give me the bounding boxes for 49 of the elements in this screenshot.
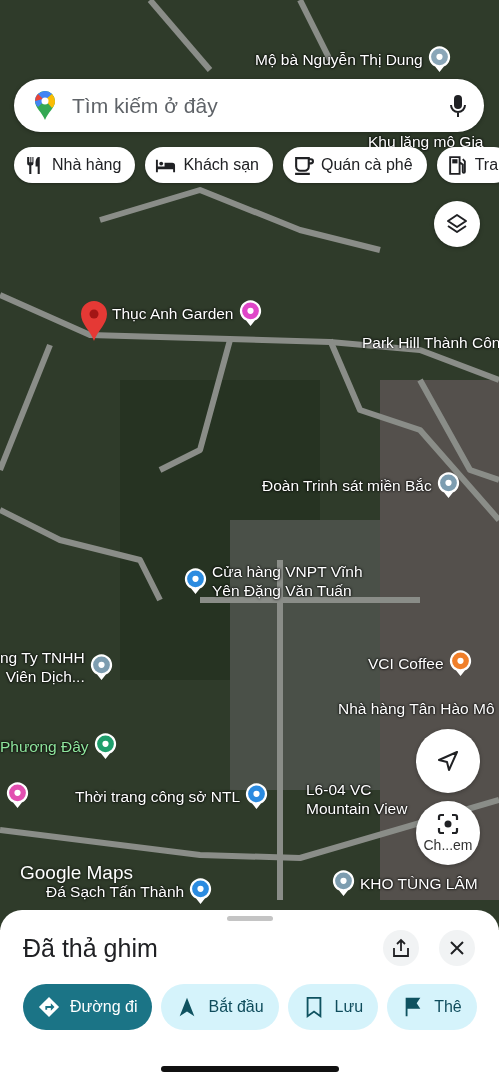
layers-icon [445, 212, 469, 236]
map-pin-logo-icon [34, 90, 56, 121]
microphone-icon[interactable] [450, 93, 466, 118]
category-chip[interactable]: Khách sạn [145, 147, 273, 183]
place-label[interactable]: Park Hill Thành Côn [362, 333, 499, 352]
map-pin-icon[interactable] [93, 733, 117, 760]
place-label[interactable]: KHO TÙNG LÂM [360, 874, 478, 893]
directions-icon [38, 996, 60, 1018]
action-button[interactable]: Đường đi [23, 984, 153, 1030]
map-pin-icon[interactable] [448, 650, 472, 677]
share-icon [392, 938, 410, 958]
map-pin-icon[interactable] [238, 300, 262, 327]
place-label[interactable]: Thời trang công sở NTL [75, 787, 241, 806]
map-pin-icon[interactable] [436, 472, 460, 499]
map-pin-icon[interactable] [189, 878, 213, 905]
map-pin-icon[interactable] [427, 46, 451, 73]
search-bar[interactable]: Tìm kiếm ở đây [14, 79, 484, 132]
place-label[interactable]: Phương Đây [0, 737, 89, 756]
close-button[interactable] [439, 930, 475, 966]
action-button[interactable]: Lưu [287, 984, 379, 1030]
action-button[interactable]: Bắt đầu [161, 984, 279, 1030]
sheet-title: Đã thả ghim [23, 933, 159, 963]
category-chip[interactable]: Tra [436, 147, 499, 183]
map-pin-icon[interactable] [6, 782, 29, 809]
category-chip[interactable]: Nhà hàng [14, 147, 136, 183]
camera-lens-icon [437, 813, 459, 835]
place-label[interactable]: VCI Coffee [368, 654, 444, 673]
share-button[interactable] [383, 930, 419, 966]
search-field[interactable]: Tìm kiếm ở đây [70, 92, 436, 119]
cup-icon [293, 154, 314, 176]
place-label[interactable]: Nhà hàng Tân Hào Mô [338, 699, 495, 718]
map-pin-icon[interactable] [89, 653, 113, 681]
place-label[interactable]: Mộ bà Nguyễn Thị Dung [255, 50, 423, 69]
navigation-arrow-icon [436, 749, 460, 773]
map-pin-icon[interactable] [332, 870, 355, 897]
action-button[interactable]: Thê [387, 984, 477, 1030]
dropped-pin-icon [80, 300, 108, 342]
place-label[interactable]: Thục Anh Garden [112, 304, 234, 323]
map-pin-icon[interactable] [184, 567, 207, 595]
place-label[interactable]: ng Ty TNHH Viên Dịch... [0, 648, 85, 686]
fuel-pump-icon [446, 154, 468, 176]
place-label[interactable]: Đá Sạch Tấn Thành [46, 882, 185, 901]
map-pin-icon[interactable] [245, 783, 269, 810]
place-label[interactable]: Cửa hàng VNPT Vĩnh Yên Đặng Văn Tuấn [212, 562, 363, 600]
drag-handle[interactable] [227, 916, 273, 921]
place-label[interactable]: Đoàn Trinh sát miền Bắc [262, 476, 432, 495]
close-icon [449, 940, 465, 956]
place-label[interactable]: L6-04 VC Mountain View [306, 780, 408, 818]
map-logo: Google Maps [20, 862, 133, 884]
